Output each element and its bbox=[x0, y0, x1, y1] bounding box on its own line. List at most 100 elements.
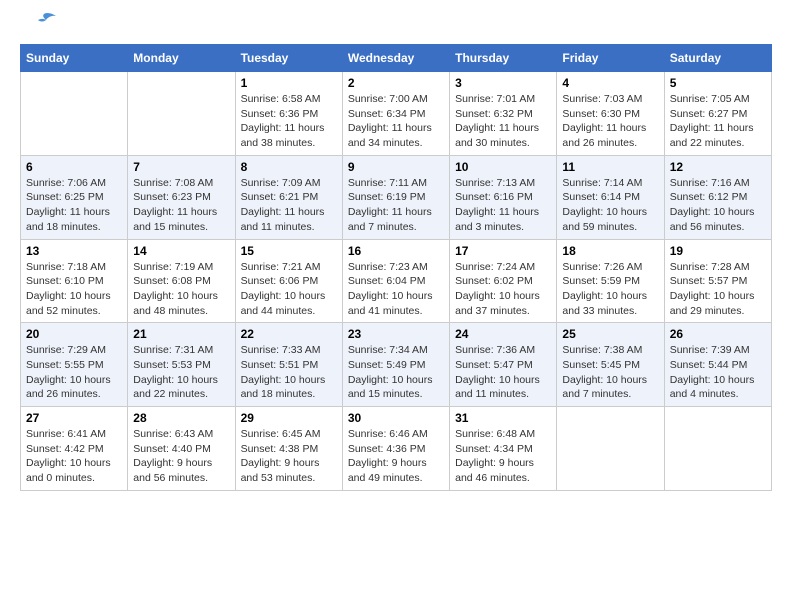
day-info: Sunrise: 7:23 AMSunset: 6:04 PMDaylight:… bbox=[348, 260, 444, 319]
day-info: Sunrise: 6:43 AMSunset: 4:40 PMDaylight:… bbox=[133, 427, 229, 486]
calendar-week-row: 1 Sunrise: 6:58 AMSunset: 6:36 PMDaylight… bbox=[21, 72, 772, 156]
calendar-cell: 22 Sunrise: 7:33 AMSunset: 5:51 PMDayligh… bbox=[235, 323, 342, 407]
calendar-cell: 6Sunrise: 7:06 AMSunset: 6:25 PMDaylight… bbox=[21, 155, 128, 239]
day-number: 6 bbox=[26, 160, 122, 174]
day-info: Sunrise: 7:24 AMSunset: 6:02 PMDaylight:… bbox=[455, 260, 551, 319]
day-info: Sunrise: 7:38 AMSunset: 5:45 PMDaylight:… bbox=[562, 343, 658, 402]
day-number: 8 bbox=[241, 160, 337, 174]
calendar-header-row: SundayMondayTuesdayWednesdayThursdayFrid… bbox=[21, 45, 772, 72]
day-number: 9 bbox=[348, 160, 444, 174]
day-number: 28 bbox=[133, 411, 229, 425]
calendar-cell: 14 Sunrise: 7:19 AMSunset: 6:08 PMDayligh… bbox=[128, 239, 235, 323]
day-info: Sunrise: 7:19 AMSunset: 6:08 PMDaylight:… bbox=[133, 260, 229, 319]
day-info: Sunrise: 7:36 AMSunset: 5:47 PMDaylight:… bbox=[455, 343, 551, 402]
day-number: 27 bbox=[26, 411, 122, 425]
day-number: 10 bbox=[455, 160, 551, 174]
calendar-cell: 15 Sunrise: 7:21 AMSunset: 6:06 PMDayligh… bbox=[235, 239, 342, 323]
day-number: 4 bbox=[562, 76, 658, 90]
day-number: 3 bbox=[455, 76, 551, 90]
calendar-cell: 19 Sunrise: 7:28 AMSunset: 5:57 PMDayligh… bbox=[664, 239, 771, 323]
day-number: 23 bbox=[348, 327, 444, 341]
weekday-header: Tuesday bbox=[235, 45, 342, 72]
calendar-cell: 2Sunrise: 7:00 AMSunset: 6:34 PMDaylight… bbox=[342, 72, 449, 156]
day-info: Sunrise: 6:58 AMSunset: 6:36 PMDaylight:… bbox=[241, 92, 337, 151]
day-info: Sunrise: 7:31 AMSunset: 5:53 PMDaylight:… bbox=[133, 343, 229, 402]
calendar-cell: 23 Sunrise: 7:34 AMSunset: 5:49 PMDayligh… bbox=[342, 323, 449, 407]
day-info: Sunrise: 6:48 AMSunset: 4:34 PMDaylight:… bbox=[455, 427, 551, 486]
calendar-cell: 11Sunrise: 7:14 AMSunset: 6:14 PMDayligh… bbox=[557, 155, 664, 239]
calendar-cell: 20 Sunrise: 7:29 AMSunset: 5:55 PMDayligh… bbox=[21, 323, 128, 407]
calendar-cell: 1 Sunrise: 6:58 AMSunset: 6:36 PMDaylight… bbox=[235, 72, 342, 156]
weekday-header: Saturday bbox=[664, 45, 771, 72]
day-number: 14 bbox=[133, 244, 229, 258]
calendar-cell: 12Sunrise: 7:16 AMSunset: 6:12 PMDayligh… bbox=[664, 155, 771, 239]
calendar-cell: 24 Sunrise: 7:36 AMSunset: 5:47 PMDayligh… bbox=[450, 323, 557, 407]
calendar-cell: 29 Sunrise: 6:45 AMSunset: 4:38 PMDayligh… bbox=[235, 407, 342, 491]
weekday-header: Monday bbox=[128, 45, 235, 72]
weekday-header: Friday bbox=[557, 45, 664, 72]
calendar-cell: 9 Sunrise: 7:11 AMSunset: 6:19 PMDaylight… bbox=[342, 155, 449, 239]
calendar-cell bbox=[128, 72, 235, 156]
calendar-cell: 27 Sunrise: 6:41 AMSunset: 4:42 PMDayligh… bbox=[21, 407, 128, 491]
day-info: Sunrise: 7:13 AMSunset: 6:16 PMDaylight:… bbox=[455, 176, 551, 235]
day-number: 24 bbox=[455, 327, 551, 341]
calendar-cell: 13Sunrise: 7:18 AMSunset: 6:10 PMDayligh… bbox=[21, 239, 128, 323]
logo-bird-icon bbox=[24, 12, 56, 34]
day-info: Sunrise: 7:28 AMSunset: 5:57 PMDaylight:… bbox=[670, 260, 766, 319]
day-number: 21 bbox=[133, 327, 229, 341]
day-info: Sunrise: 7:26 AMSunset: 5:59 PMDaylight:… bbox=[562, 260, 658, 319]
day-number: 17 bbox=[455, 244, 551, 258]
day-info: Sunrise: 6:45 AMSunset: 4:38 PMDaylight:… bbox=[241, 427, 337, 486]
calendar-cell: 21 Sunrise: 7:31 AMSunset: 5:53 PMDayligh… bbox=[128, 323, 235, 407]
calendar-week-row: 6Sunrise: 7:06 AMSunset: 6:25 PMDaylight… bbox=[21, 155, 772, 239]
day-number: 25 bbox=[562, 327, 658, 341]
calendar-cell: 4Sunrise: 7:03 AMSunset: 6:30 PMDaylight… bbox=[557, 72, 664, 156]
calendar-cell: 18 Sunrise: 7:26 AMSunset: 5:59 PMDayligh… bbox=[557, 239, 664, 323]
day-info: Sunrise: 7:11 AMSunset: 6:19 PMDaylight:… bbox=[348, 176, 444, 235]
day-number: 2 bbox=[348, 76, 444, 90]
day-info: Sunrise: 7:33 AMSunset: 5:51 PMDaylight:… bbox=[241, 343, 337, 402]
calendar-table: SundayMondayTuesdayWednesdayThursdayFrid… bbox=[20, 44, 772, 491]
day-number: 31 bbox=[455, 411, 551, 425]
day-number: 15 bbox=[241, 244, 337, 258]
day-number: 18 bbox=[562, 244, 658, 258]
weekday-header: Thursday bbox=[450, 45, 557, 72]
day-info: Sunrise: 7:29 AMSunset: 5:55 PMDaylight:… bbox=[26, 343, 122, 402]
day-info: Sunrise: 7:01 AMSunset: 6:32 PMDaylight:… bbox=[455, 92, 551, 151]
calendar-cell: 16Sunrise: 7:23 AMSunset: 6:04 PMDayligh… bbox=[342, 239, 449, 323]
calendar-cell: 17 Sunrise: 7:24 AMSunset: 6:02 PMDayligh… bbox=[450, 239, 557, 323]
calendar-cell: 10 Sunrise: 7:13 AMSunset: 6:16 PMDayligh… bbox=[450, 155, 557, 239]
day-info: Sunrise: 7:34 AMSunset: 5:49 PMDaylight:… bbox=[348, 343, 444, 402]
day-number: 20 bbox=[26, 327, 122, 341]
calendar-cell: 26 Sunrise: 7:39 AMSunset: 5:44 PMDayligh… bbox=[664, 323, 771, 407]
calendar-cell: 31 Sunrise: 6:48 AMSunset: 4:34 PMDayligh… bbox=[450, 407, 557, 491]
day-info: Sunrise: 7:18 AMSunset: 6:10 PMDaylight:… bbox=[26, 260, 122, 319]
day-number: 26 bbox=[670, 327, 766, 341]
calendar-cell: 30Sunrise: 6:46 AMSunset: 4:36 PMDayligh… bbox=[342, 407, 449, 491]
day-info: Sunrise: 6:46 AMSunset: 4:36 PMDaylight:… bbox=[348, 427, 444, 486]
day-number: 29 bbox=[241, 411, 337, 425]
day-info: Sunrise: 7:09 AMSunset: 6:21 PMDaylight:… bbox=[241, 176, 337, 235]
page-header bbox=[20, 20, 772, 34]
calendar-cell bbox=[21, 72, 128, 156]
day-info: Sunrise: 7:08 AMSunset: 6:23 PMDaylight:… bbox=[133, 176, 229, 235]
calendar-cell: 8 Sunrise: 7:09 AMSunset: 6:21 PMDaylight… bbox=[235, 155, 342, 239]
calendar-week-row: 20 Sunrise: 7:29 AMSunset: 5:55 PMDayligh… bbox=[21, 323, 772, 407]
day-number: 19 bbox=[670, 244, 766, 258]
calendar-cell: 28 Sunrise: 6:43 AMSunset: 4:40 PMDayligh… bbox=[128, 407, 235, 491]
day-info: Sunrise: 7:21 AMSunset: 6:06 PMDaylight:… bbox=[241, 260, 337, 319]
weekday-header: Sunday bbox=[21, 45, 128, 72]
calendar-week-row: 13Sunrise: 7:18 AMSunset: 6:10 PMDayligh… bbox=[21, 239, 772, 323]
calendar-cell bbox=[557, 407, 664, 491]
calendar-cell: 25 Sunrise: 7:38 AMSunset: 5:45 PMDayligh… bbox=[557, 323, 664, 407]
day-number: 1 bbox=[241, 76, 337, 90]
day-info: Sunrise: 7:05 AMSunset: 6:27 PMDaylight:… bbox=[670, 92, 766, 151]
logo bbox=[20, 20, 56, 34]
day-number: 5 bbox=[670, 76, 766, 90]
day-info: Sunrise: 7:39 AMSunset: 5:44 PMDaylight:… bbox=[670, 343, 766, 402]
day-info: Sunrise: 6:41 AMSunset: 4:42 PMDaylight:… bbox=[26, 427, 122, 486]
calendar-cell: 5 Sunrise: 7:05 AMSunset: 6:27 PMDaylight… bbox=[664, 72, 771, 156]
calendar-cell: 3 Sunrise: 7:01 AMSunset: 6:32 PMDaylight… bbox=[450, 72, 557, 156]
day-number: 22 bbox=[241, 327, 337, 341]
day-number: 12 bbox=[670, 160, 766, 174]
